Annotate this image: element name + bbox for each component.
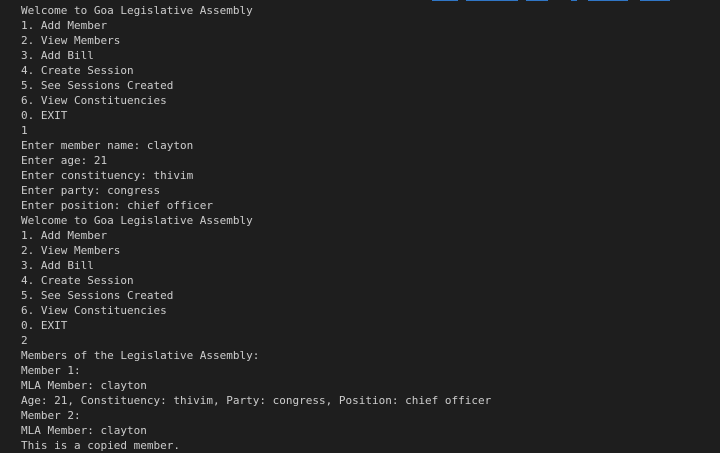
terminal-line: 1. Add Member: [21, 19, 108, 32]
terminal-line: MLA Member: clayton: [21, 379, 147, 392]
terminal-line: Enter age: 21: [21, 154, 108, 167]
terminal-line: 5. See Sessions Created: [21, 79, 174, 92]
terminal-line: Enter member name: clayton: [21, 139, 194, 152]
terminal-line: Welcome to Goa Legislative Assembly: [21, 214, 253, 227]
terminal-line: 1. Add Member: [21, 229, 108, 242]
terminal-line: Enter position: chief officer: [21, 199, 214, 212]
terminal-line: Welcome to Goa Legislative Assembly: [21, 4, 253, 17]
terminal-line: Member 1:: [21, 364, 81, 377]
terminal-line: 0. EXIT: [21, 109, 68, 122]
terminal-line: 1: [21, 124, 28, 137]
terminal-line: 3. Add Bill: [21, 259, 94, 272]
terminal-line: 3. Add Bill: [21, 49, 94, 62]
terminal-line: 2. View Members: [21, 34, 121, 47]
terminal-line: Age: 21, Constituency: thivim, Party: co…: [21, 394, 492, 407]
terminal-panel[interactable]: Welcome to Goa Legislative Assembly 1. Ad…: [0, 0, 720, 453]
terminal-line: This is a copied member.: [21, 439, 180, 452]
terminal-line: Enter party: congress: [21, 184, 161, 197]
terminal-line: 4. Create Session: [21, 274, 134, 287]
terminal-line: 4. Create Session: [21, 64, 134, 77]
terminal-line: 2. View Members: [21, 244, 121, 257]
cropped-top-line: [0, 0, 720, 2]
terminal-output: Welcome to Goa Legislative Assembly 1. Ad…: [21, 3, 720, 453]
terminal-line: 6. View Constituencies: [21, 304, 167, 317]
terminal-line: 5. See Sessions Created: [21, 289, 174, 302]
terminal-line: MLA Member: clayton: [21, 424, 147, 437]
terminal-line: Member 2:: [21, 409, 81, 422]
terminal-line: Members of the Legislative Assembly:: [21, 349, 260, 362]
terminal-line: 6. View Constituencies: [21, 94, 167, 107]
terminal-line: 2: [21, 334, 28, 347]
terminal-line: Enter constituency: thivim: [21, 169, 194, 182]
terminal-line: 0. EXIT: [21, 319, 68, 332]
